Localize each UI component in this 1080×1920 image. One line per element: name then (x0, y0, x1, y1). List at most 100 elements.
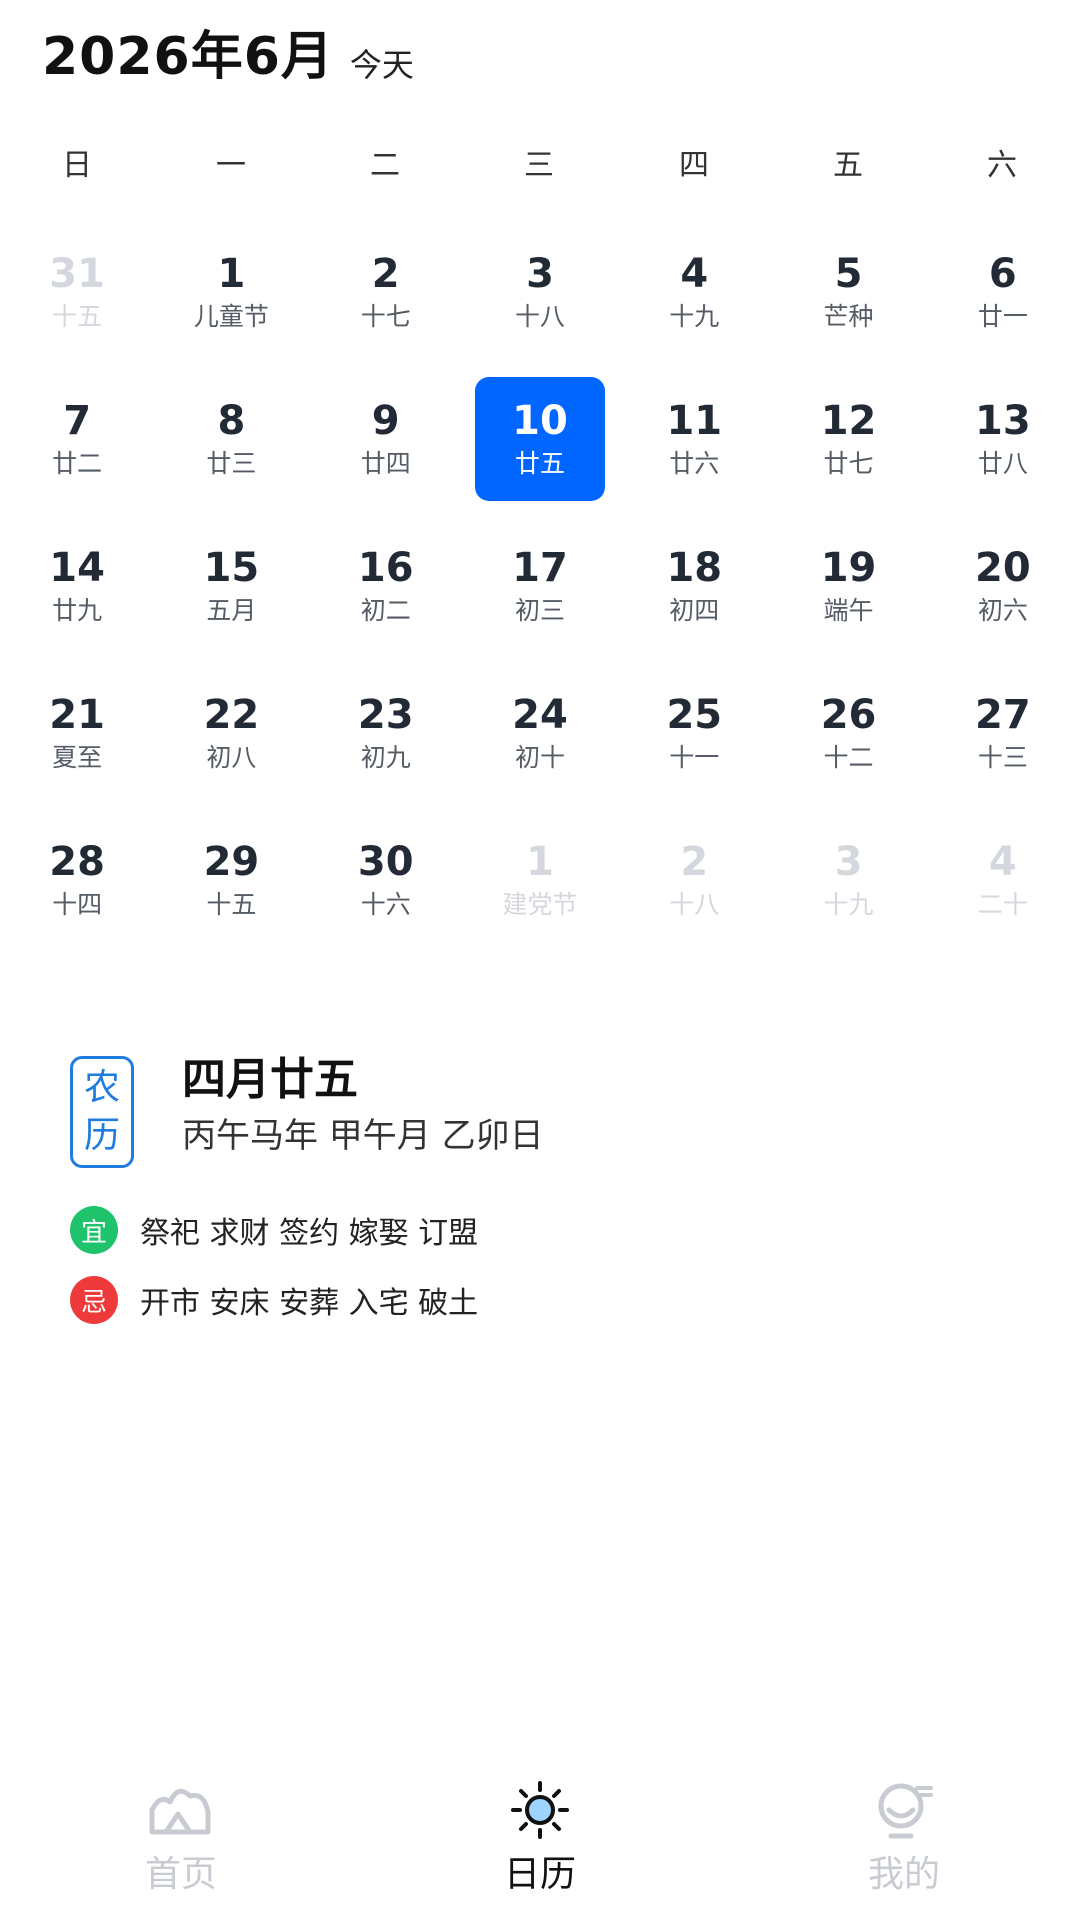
weekday-label: 二 (370, 148, 400, 183)
tab-profile[interactable]: 我的 (804, 1780, 1004, 1900)
day-cell[interactable]: 19 端午 (784, 524, 914, 648)
yi-badge: 宜 (70, 1206, 118, 1254)
day-cell[interactable]: 4 二十 (938, 818, 1068, 942)
day-cell[interactable]: 5 芒种 (784, 230, 914, 354)
day-number: 24 (512, 692, 568, 738)
lunar-calendar-badge: 农 历 (70, 1056, 134, 1168)
day-cell[interactable]: 7 廿二 (12, 377, 142, 501)
today-button[interactable]: 今天 (350, 38, 414, 92)
day-cell[interactable]: 22 初八 (166, 671, 296, 795)
day-cell[interactable]: 16 初二 (321, 524, 451, 648)
day-cell[interactable]: 6 廿一 (938, 230, 1068, 354)
tab-label: 首页 (144, 1854, 217, 1895)
day-lunar-label: 初九 (360, 743, 411, 772)
day-cell[interactable]: 28 十四 (12, 818, 142, 942)
day-number: 27 (975, 692, 1031, 738)
day-number: 10 (512, 398, 568, 444)
day-cell[interactable]: 15 五月 (166, 524, 296, 648)
day-cell[interactable]: 1 儿童节 (166, 230, 296, 354)
weekday-label: 三 (524, 148, 554, 183)
day-cell[interactable]: 3 十九 (784, 818, 914, 942)
day-number: 28 (49, 839, 105, 885)
day-cell[interactable]: 21 夏至 (12, 671, 142, 795)
day-number: 19 (820, 545, 877, 591)
day-cell[interactable]: 13 廿八 (938, 377, 1068, 501)
day-number: 13 (975, 398, 1031, 444)
day-cell[interactable]: 14 廿九 (12, 524, 142, 648)
day-cell[interactable]: 12 廿七 (784, 377, 914, 501)
day-number: 1 (526, 839, 554, 885)
day-lunar-label: 十二 (823, 743, 874, 772)
day-cell-selected[interactable]: 10 廿五 (475, 377, 605, 501)
day-cell[interactable]: 23 初九 (321, 671, 451, 795)
day-number: 6 (988, 251, 1017, 297)
day-number: 9 (371, 398, 400, 444)
day-lunar-label: 初三 (514, 596, 565, 625)
weekday-header: 日 一 二 三 四 五 六 (0, 140, 1080, 192)
day-number: 23 (357, 692, 414, 738)
day-cell[interactable]: 2 十八 (629, 818, 759, 942)
tab-calendar[interactable]: 日历 (440, 1780, 640, 1900)
day-lunar-label: 儿童节 (193, 302, 269, 331)
day-lunar-label: 廿六 (669, 449, 720, 478)
weekday-label: 日 (62, 148, 92, 183)
lunar-badge-char: 历 (83, 1115, 120, 1156)
day-lunar-label: 廿五 (514, 449, 565, 478)
day-cell[interactable]: 31 十五 (12, 230, 142, 354)
day-cell[interactable]: 4 十九 (629, 230, 759, 354)
day-lunar-label: 廿七 (823, 449, 874, 478)
day-lunar-label: 廿九 (52, 596, 103, 625)
bottom-tab-bar: 首页 日历 我的 (0, 1780, 1080, 1920)
yi-items: 祭祀 求财 签约 嫁娶 订盟 (140, 1216, 479, 1251)
day-cell[interactable]: 24 初十 (475, 671, 605, 795)
day-number: 1 (217, 251, 246, 297)
day-number: 7 (63, 398, 92, 444)
day-cell[interactable]: 1 建党节 (475, 818, 605, 942)
day-number: 4 (988, 839, 1017, 885)
calendar-header: 2026年6月 今天 (42, 22, 414, 92)
day-cell[interactable]: 17 初三 (475, 524, 605, 648)
day-cell[interactable]: 26 十二 (784, 671, 914, 795)
month-title[interactable]: 2026年6月 (42, 22, 334, 92)
day-number: 16 (357, 545, 414, 591)
day-number: 29 (203, 839, 260, 885)
day-number: 20 (975, 545, 1031, 591)
day-cell[interactable]: 9 廿四 (321, 377, 451, 501)
day-lunar-label: 十九 (669, 302, 720, 331)
day-lunar-label: 十六 (360, 890, 411, 919)
day-cell[interactable]: 3 十八 (475, 230, 605, 354)
tab-label: 日历 (503, 1854, 576, 1895)
day-cell[interactable]: 27 十三 (938, 671, 1068, 795)
day-cell[interactable]: 8 廿三 (166, 377, 296, 501)
day-number: 21 (49, 692, 105, 738)
day-cell[interactable]: 29 十五 (166, 818, 296, 942)
day-lunar-label: 初十 (514, 743, 565, 772)
day-lunar-label: 建党节 (502, 890, 578, 919)
day-lunar-label: 夏至 (52, 743, 103, 772)
day-lunar-label: 端午 (823, 596, 874, 625)
day-lunar-label: 十五 (206, 890, 257, 919)
day-number: 8 (217, 398, 246, 444)
day-lunar-label: 初四 (669, 596, 720, 625)
day-number: 3 (526, 251, 554, 297)
day-number: 15 (203, 545, 260, 591)
day-cell[interactable]: 11 廿六 (629, 377, 759, 501)
day-cell[interactable]: 25 十一 (629, 671, 759, 795)
day-number: 22 (203, 692, 260, 738)
ji-items: 开市 安床 安葬 入宅 破土 (140, 1286, 479, 1321)
day-cell[interactable]: 20 初六 (938, 524, 1068, 648)
tab-label: 我的 (867, 1854, 940, 1895)
tab-home[interactable]: 首页 (81, 1780, 281, 1900)
day-cell[interactable]: 2 十七 (321, 230, 451, 354)
profile-icon (878, 1783, 933, 1839)
ji-row: 忌 开市 安床 安葬 入宅 破土 (70, 1276, 478, 1324)
day-number: 4 (680, 251, 709, 297)
day-lunar-label: 五月 (206, 596, 257, 625)
lunar-badge-char: 农 (83, 1067, 120, 1108)
day-number: 2 (371, 251, 400, 297)
day-number: 3 (834, 839, 863, 885)
day-number: 2 (680, 839, 709, 885)
day-cell[interactable]: 18 初四 (629, 524, 759, 648)
day-number: 5 (834, 251, 863, 297)
day-cell[interactable]: 30 十六 (321, 818, 451, 942)
